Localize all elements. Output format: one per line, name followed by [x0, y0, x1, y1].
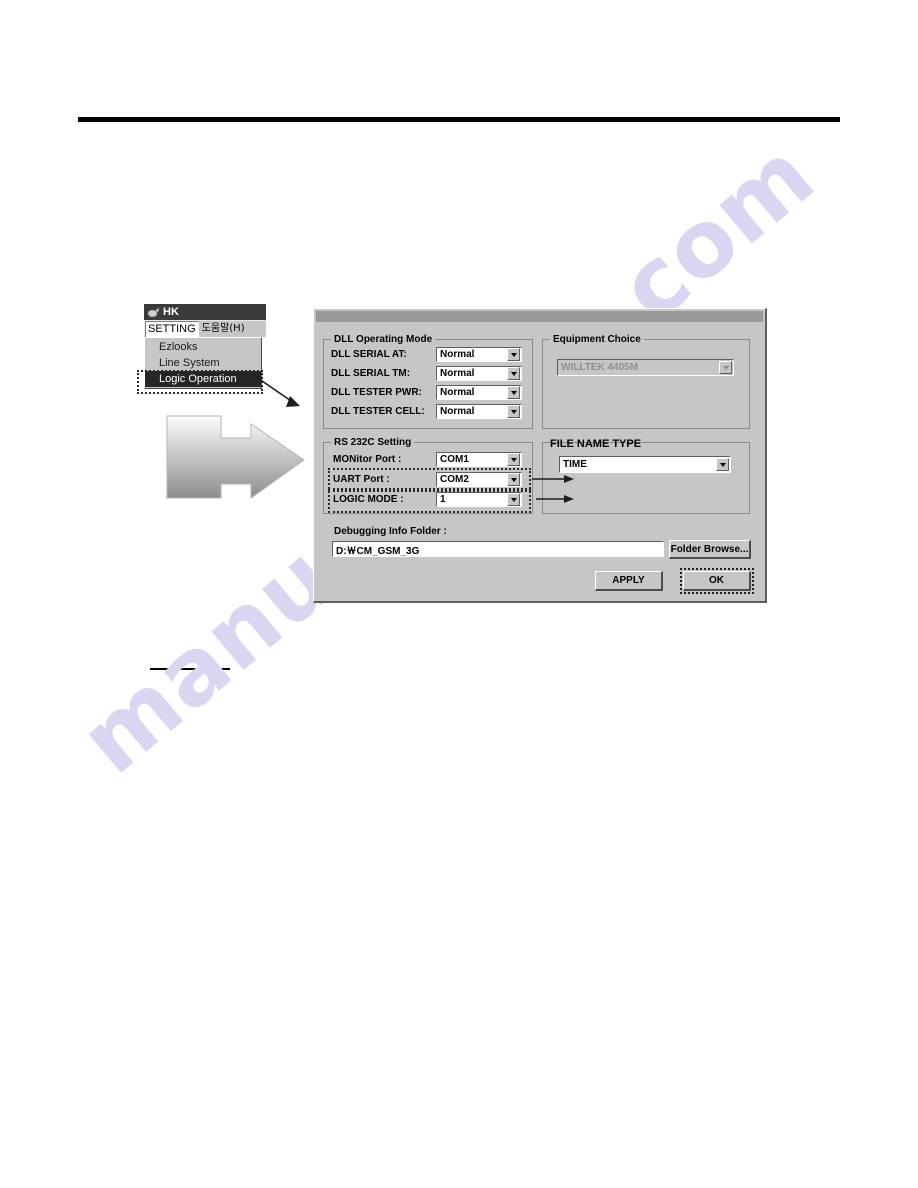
chevron-down-icon[interactable]	[507, 493, 520, 506]
label-monitor-port: MONitor Port :	[333, 454, 402, 465]
hk-app-window: HK SETTING 도움말(H)	[144, 304, 266, 337]
app-titlebar: HK	[144, 304, 266, 320]
file-name-type-title: FILE NAME TYPE	[550, 438, 642, 450]
combo-logic-mode[interactable]: 1	[436, 492, 522, 507]
chevron-down-icon[interactable]	[716, 458, 729, 471]
chevron-down-icon	[719, 361, 732, 374]
row-dll-serial-at: DLL SERIAL AT:	[331, 349, 407, 360]
combo-logic-mode-value: 1	[440, 493, 446, 505]
settings-dialog: DLL Operating Mode DLL SERIAL AT: Normal…	[313, 308, 767, 603]
debugging-info-folder-input[interactable]: D:￦CM_GSM_3G	[332, 541, 664, 557]
combo-monitor-port-value: COM1	[440, 453, 469, 465]
rs232-to-filename-arrows-icon	[530, 468, 586, 516]
combo-uart-port[interactable]: COM2	[436, 472, 522, 487]
equipment-choice-group: Equipment Choice	[542, 334, 750, 429]
app-logo-icon	[147, 306, 160, 318]
page-header-rule	[78, 117, 840, 122]
equipment-choice-title: Equipment Choice	[550, 334, 644, 345]
chevron-down-icon[interactable]	[507, 405, 520, 418]
flow-block-arrow-icon	[163, 408, 308, 513]
label-uart-port: UART Port :	[333, 474, 390, 485]
menu-item-setting[interactable]: SETTING	[145, 321, 199, 337]
chevron-down-icon[interactable]	[507, 348, 520, 361]
apply-button[interactable]: APPLY	[595, 571, 663, 591]
dialog-titlebar	[316, 311, 763, 322]
rs232c-setting-title: RS 232C Setting	[331, 437, 415, 448]
combo-equipment-choice: WILLTEK 4405M	[557, 359, 734, 376]
combo-dll-serial-at[interactable]: Normal	[436, 347, 522, 362]
dialog-body: DLL Operating Mode DLL SERIAL AT: Normal…	[314, 322, 765, 594]
chevron-down-icon[interactable]	[507, 473, 520, 486]
label-logic-mode: LOGIC MODE :	[333, 494, 404, 505]
menu-option-line-system[interactable]: Line System	[145, 355, 261, 371]
combo-dll-serial-tm[interactable]: Normal	[436, 366, 522, 381]
page-footer-underline	[150, 668, 230, 670]
combo-monitor-port[interactable]: COM1	[436, 452, 522, 467]
menu-item-help[interactable]: 도움말(H)	[199, 321, 248, 337]
label-debugging-info-folder: Debugging Info Folder :	[334, 526, 447, 537]
combo-dll-tester-pwr-value: Normal	[440, 386, 475, 398]
label-dll-serial-at: DLL SERIAL AT:	[331, 349, 407, 360]
menu-to-dialog-arrow-icon	[250, 372, 350, 420]
menu-selection-highlight-box	[137, 370, 263, 394]
row-monitor-port: MONitor Port :	[333, 454, 401, 465]
folder-browse-button[interactable]: Folder Browse...	[669, 540, 751, 559]
chevron-down-icon[interactable]	[507, 386, 520, 399]
chevron-down-icon[interactable]	[507, 453, 520, 466]
combo-equipment-choice-value: WILLTEK 4405M	[561, 361, 639, 373]
ok-button[interactable]: OK	[680, 568, 754, 594]
menu-option-ezlooks[interactable]: Ezlooks	[145, 339, 261, 355]
combo-dll-tester-cell-value: Normal	[440, 405, 475, 417]
combo-dll-tester-cell[interactable]: Normal	[436, 404, 522, 419]
combo-dll-tester-pwr[interactable]: Normal	[436, 385, 522, 400]
app-title: HK	[163, 306, 179, 318]
combo-dll-serial-at-value: Normal	[440, 348, 475, 360]
chevron-down-icon[interactable]	[507, 367, 520, 380]
row-uart-port: UART Port :	[333, 474, 390, 485]
row-logic-mode: LOGIC MODE :	[333, 494, 404, 505]
combo-dll-serial-tm-value: Normal	[440, 367, 475, 379]
dll-operating-mode-title: DLL Operating Mode	[331, 334, 436, 345]
combo-uart-port-value: COM2	[440, 473, 469, 485]
app-menubar: SETTING 도움말(H)	[144, 320, 266, 337]
